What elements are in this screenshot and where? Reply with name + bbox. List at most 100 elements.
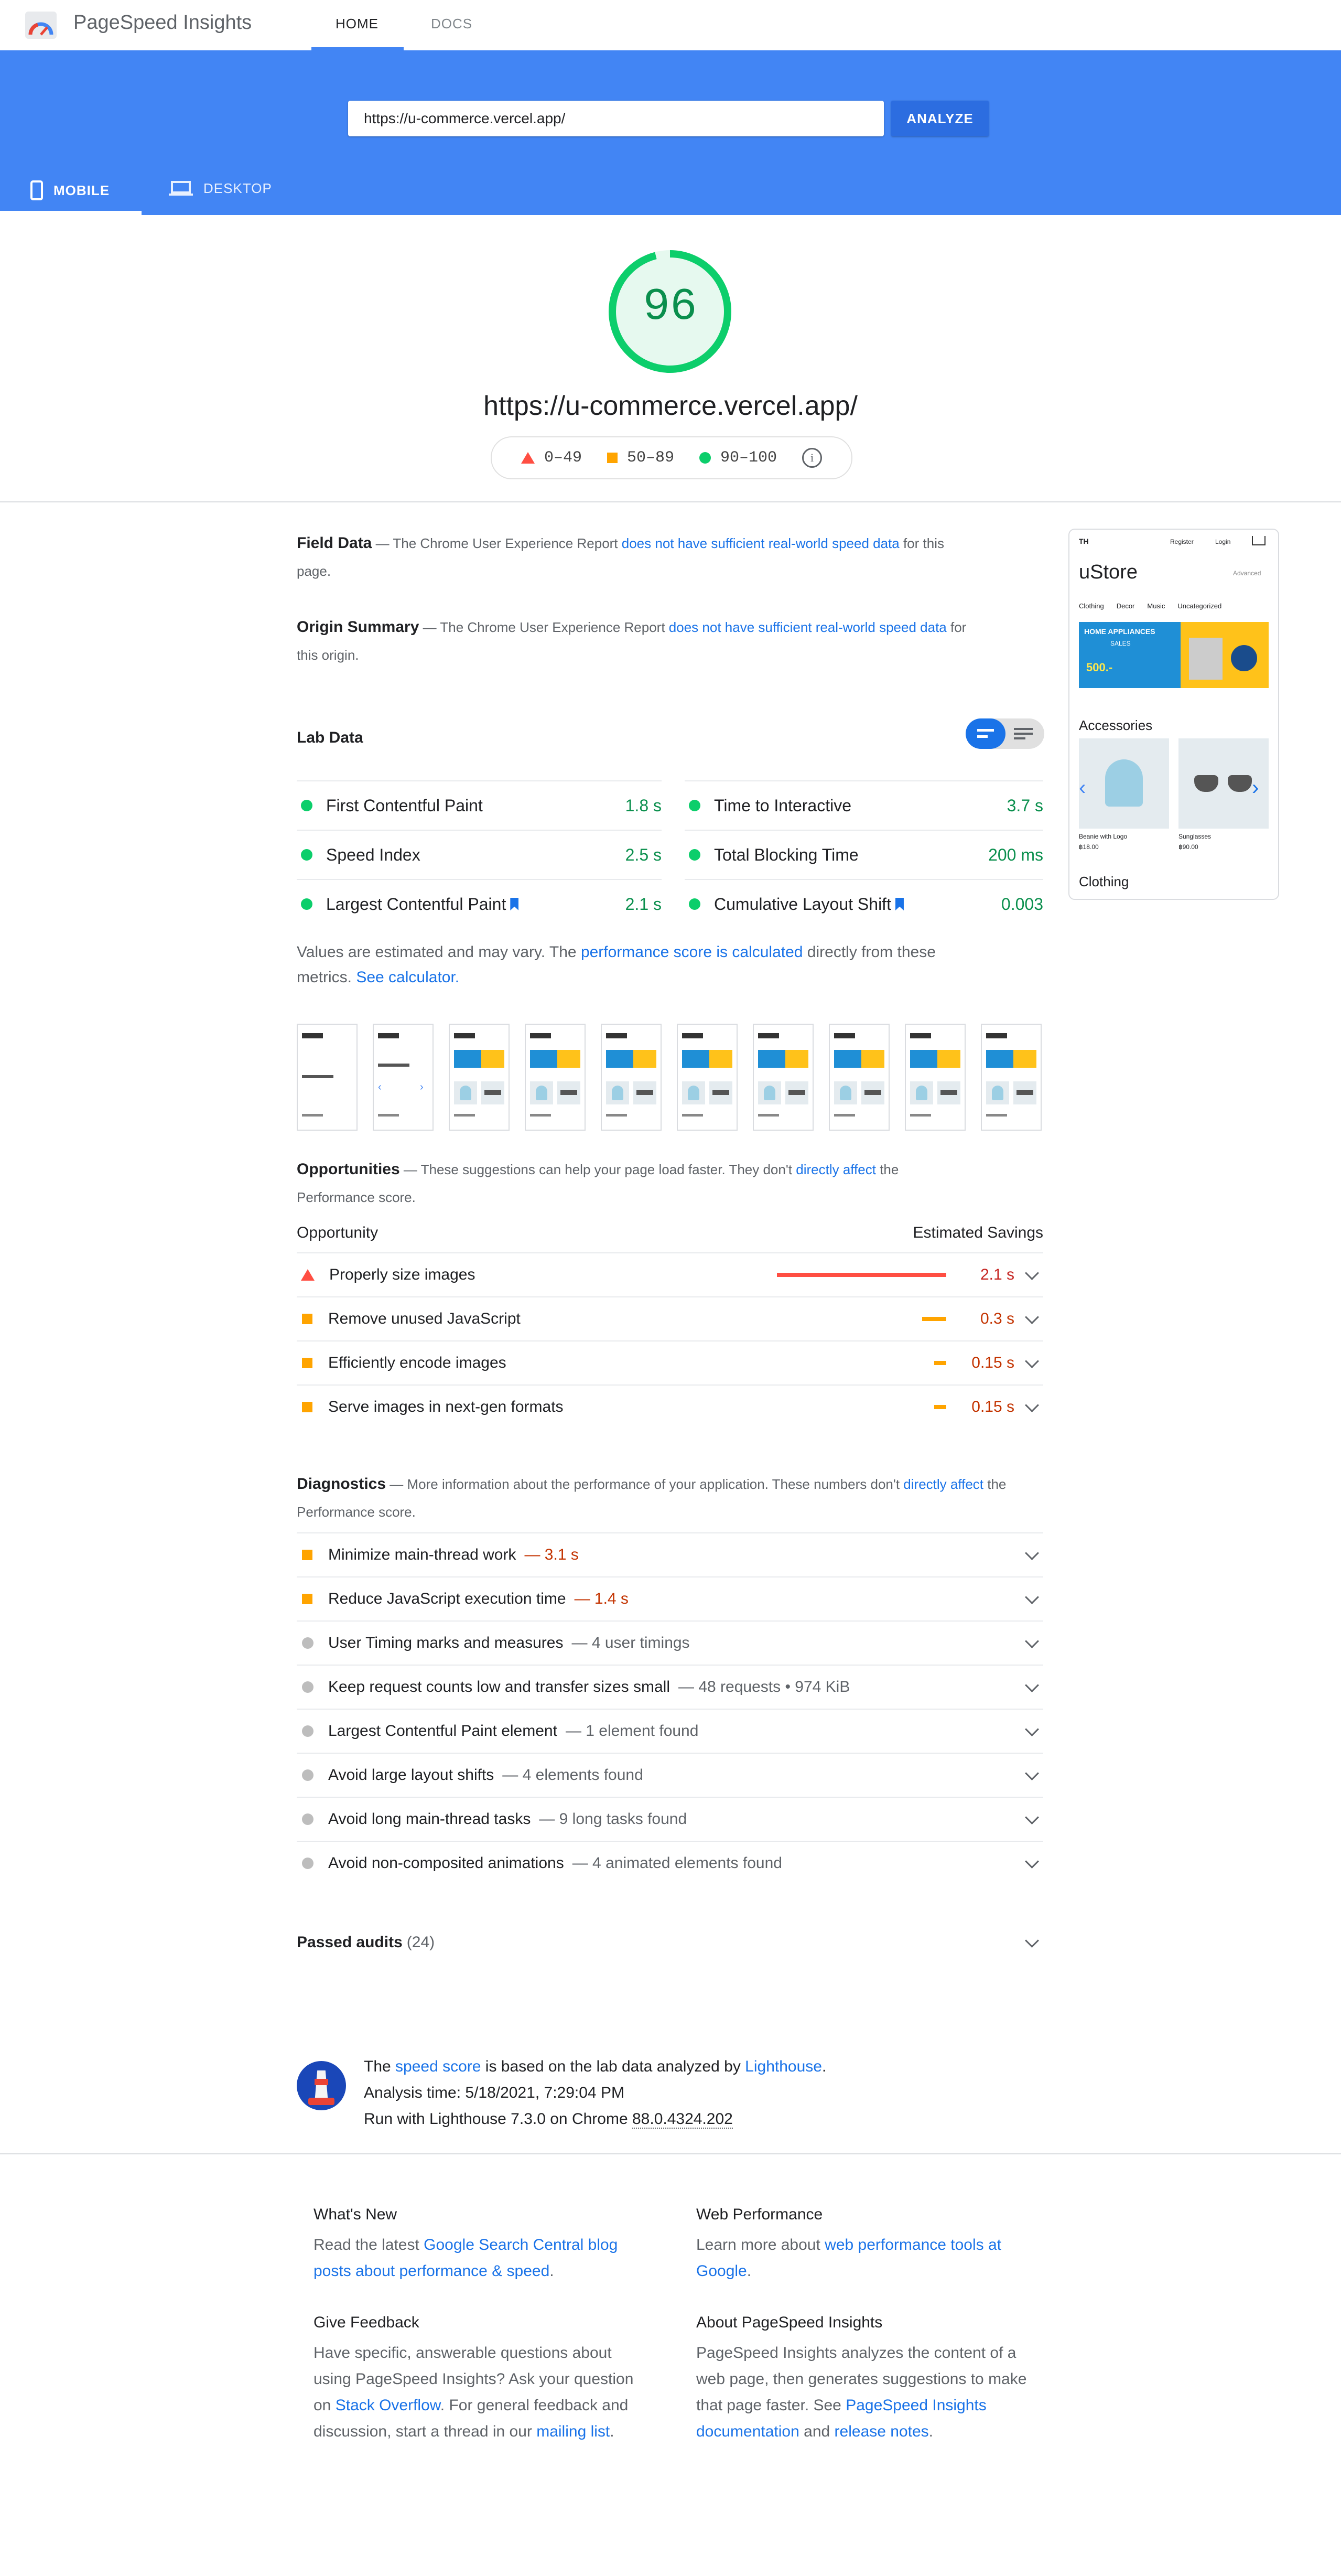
divider xyxy=(0,2153,1341,2154)
chevron-down-icon[interactable] xyxy=(1025,1310,1039,1324)
diagnostic-row[interactable]: User Timing marks and measures — 4 user t… xyxy=(297,1620,1043,1665)
filmstrip-frame: ‹ › xyxy=(373,1024,434,1131)
savings-bar xyxy=(934,1361,946,1365)
diagnostic-row[interactable]: Largest Contentful Paint element — 1 elem… xyxy=(297,1709,1043,1753)
chevron-down-icon[interactable] xyxy=(1025,1678,1039,1692)
chevron-down-icon[interactable] xyxy=(1025,1634,1039,1648)
average-square-icon xyxy=(302,1358,312,1368)
pagespeed-logo-icon[interactable] xyxy=(25,12,57,39)
chevron-down-icon[interactable] xyxy=(1025,1265,1039,1280)
toggle-compact-icon[interactable] xyxy=(966,718,1005,749)
opportunity-savings: 2.1 s xyxy=(980,1266,1014,1283)
score-calculated-link[interactable]: performance score is calculated xyxy=(581,943,803,961)
tab-docs[interactable]: DOCS xyxy=(431,16,472,32)
opportunity-row[interactable]: Serve images in next-gen formats 0.15 s xyxy=(297,1384,1043,1429)
lab-note: Values are estimated and may vary. The p… xyxy=(297,943,936,986)
diagnostic-row[interactable]: Minimize main-thread work — 3.1 s xyxy=(297,1532,1043,1576)
toggle-expanded-icon[interactable] xyxy=(1014,728,1033,739)
cart-icon xyxy=(1252,536,1266,545)
opportunity-savings: 0.15 s xyxy=(971,1398,1014,1415)
score-value: 96 xyxy=(643,281,697,332)
filmstrip-frame xyxy=(677,1024,738,1131)
opportunity-savings: 0.3 s xyxy=(980,1310,1014,1327)
chevron-down-icon[interactable] xyxy=(1025,1398,1039,1412)
savings-bar xyxy=(922,1317,946,1321)
opportunity-savings: 0.15 s xyxy=(971,1354,1014,1371)
directly-affect-link[interactable]: directly affect xyxy=(796,1162,876,1177)
chevron-down-icon[interactable] xyxy=(1025,1810,1039,1824)
chevron-down-icon[interactable] xyxy=(1025,1854,1039,1869)
phone-icon xyxy=(30,180,43,200)
divider xyxy=(0,501,1341,502)
opportunity-row[interactable]: Properly size images 2.1 s xyxy=(297,1252,1043,1296)
diagnostic-name: Largest Contentful Paint element xyxy=(328,1722,557,1740)
preview-register: Register xyxy=(1170,538,1194,545)
pass-circle-icon xyxy=(689,849,700,861)
filmstrip-frame xyxy=(449,1024,510,1131)
tab-home[interactable]: HOME xyxy=(336,16,378,32)
diagnostic-row[interactable]: Avoid large layout shifts — 4 elements fo… xyxy=(297,1753,1043,1797)
field-data-link[interactable]: does not have sufficient real-world spee… xyxy=(622,535,900,551)
tab-mobile[interactable]: MOBILE xyxy=(30,180,110,200)
origin-summary-link[interactable]: does not have sufficient real-world spee… xyxy=(669,619,947,635)
passed-audits-toggle[interactable]: Passed audits (24) xyxy=(297,1927,1043,1958)
pass-circle-icon xyxy=(301,800,312,811)
diagnostic-row[interactable]: Avoid long main-thread tasks — 9 long tas… xyxy=(297,1797,1043,1841)
chevron-down-icon[interactable] xyxy=(1025,1545,1039,1560)
diagnostic-row[interactable]: Reduce JavaScript execution time — 1.4 s xyxy=(297,1576,1043,1620)
chevron-down-icon[interactable] xyxy=(1025,1722,1039,1736)
diagnostic-name: Minimize main-thread work xyxy=(328,1546,516,1563)
filmstrip-frame xyxy=(297,1024,358,1131)
chevron-down-icon[interactable] xyxy=(1025,1933,1039,1948)
top-bar: PageSpeed Insights HOME DOCS xyxy=(0,0,1341,50)
release-notes-link[interactable]: release notes xyxy=(835,2423,929,2440)
preview-product-name: Sunglasses xyxy=(1178,833,1212,840)
opportunity-row[interactable]: Efficiently encode images 0.15 s xyxy=(297,1340,1043,1384)
runtime-info: The speed score is based on the lab data… xyxy=(364,2058,827,2129)
chrome-version: 88.0.4324.202 xyxy=(632,2110,733,2129)
diagnostic-row[interactable]: Avoid non-composited animations — 4 anima… xyxy=(297,1841,1043,1885)
url-input[interactable] xyxy=(348,101,883,136)
opportunity-column-header: Opportunity xyxy=(297,1224,378,1241)
diagnostics-list: Minimize main-thread work — 3.1 s Reduce J… xyxy=(297,1532,1043,1885)
chevron-down-icon[interactable] xyxy=(1025,1590,1039,1604)
savings-bar-track xyxy=(737,1273,946,1277)
mailing-list-link[interactable]: mailing list xyxy=(536,2423,610,2440)
performance-score-gauge: 96 xyxy=(607,249,733,374)
opportunity-name: Remove unused JavaScript xyxy=(328,1310,521,1327)
footer-heading: Give Feedback xyxy=(313,2314,419,2331)
opportunity-name: Serve images in next-gen formats xyxy=(328,1398,564,1415)
metric-speed-index: Speed Index 2.5 s xyxy=(297,830,662,879)
analyze-button[interactable]: ANALYZE xyxy=(891,101,989,136)
directly-affect-link[interactable]: directly affect xyxy=(903,1476,983,1492)
info-circle-icon xyxy=(302,1637,313,1649)
tab-desktop[interactable]: DESKTOP xyxy=(169,180,272,197)
footer-feedback: Give Feedback Have specific, answerable … xyxy=(313,2314,649,2445)
savings-bar xyxy=(777,1273,946,1277)
info-circle-icon xyxy=(302,1813,313,1825)
info-icon[interactable]: i xyxy=(802,448,823,468)
metric-lcp: Largest Contentful Paint 2.1 s xyxy=(297,879,662,928)
speed-score-link[interactable]: speed score xyxy=(395,2058,481,2075)
see-calculator-link[interactable]: See calculator. xyxy=(356,969,459,986)
diagnostic-detail: — 48 requests • 974 KiB xyxy=(678,1678,850,1695)
stack-overflow-link[interactable]: Stack Overflow xyxy=(336,2397,440,2414)
preview-logo: TH xyxy=(1079,537,1089,545)
chevron-down-icon[interactable] xyxy=(1025,1766,1039,1780)
url-field[interactable] xyxy=(348,101,884,136)
opportunity-row[interactable]: Remove unused JavaScript 0.3 s xyxy=(297,1296,1043,1340)
metric-tti: Time to Interactive 3.7 s xyxy=(685,780,1043,830)
chevron-down-icon[interactable] xyxy=(1025,1354,1039,1368)
diagnostic-name: Avoid long main-thread tasks xyxy=(328,1810,531,1828)
diagnostic-row[interactable]: Keep request counts low and transfer siz… xyxy=(297,1665,1043,1709)
lighthouse-link[interactable]: Lighthouse xyxy=(745,2058,822,2075)
footer-about: About PageSpeed Insights PageSpeed Insig… xyxy=(696,2314,1032,2445)
pass-circle-icon xyxy=(301,849,312,861)
metric-cls: Cumulative Layout Shift 0.003 xyxy=(685,879,1043,928)
metric-fcp: First Contentful Paint 1.8 s xyxy=(297,780,662,830)
view-toggle[interactable] xyxy=(966,718,1044,749)
preview-advanced: Advanced xyxy=(1233,570,1261,577)
preview-banner: HOME APPLIANCES SALES 500.- xyxy=(1079,622,1269,688)
diagnostic-name: Keep request counts low and transfer siz… xyxy=(328,1678,670,1695)
passed-audits-count: (24) xyxy=(406,1934,435,1951)
